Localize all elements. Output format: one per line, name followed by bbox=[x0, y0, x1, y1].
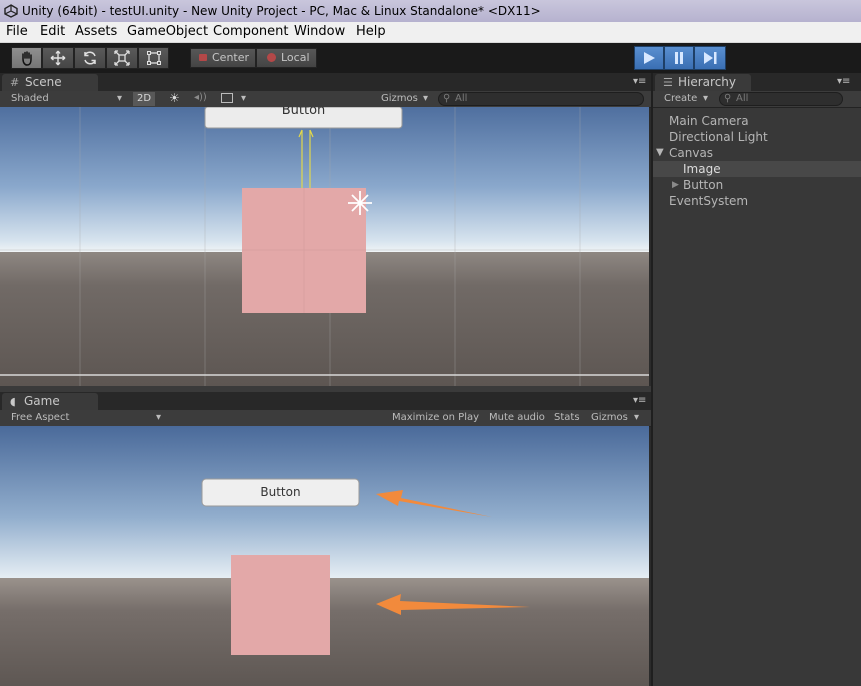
menu-edit[interactable]: Edit bbox=[40, 22, 65, 42]
hierarchy-item-directional-light[interactable]: Directional Light bbox=[669, 129, 768, 145]
button-expand-icon[interactable]: ▶ bbox=[672, 177, 679, 193]
hierarchy-search-placeholder: All bbox=[736, 93, 749, 104]
hierarchy-search-icon: ⚲ bbox=[724, 93, 732, 104]
scene-search-input[interactable]: ⚲ All bbox=[438, 92, 644, 106]
hierarchy-controlbar: Create ▾ ⚲ All bbox=[653, 91, 861, 108]
effects-chevron-icon: ▾ bbox=[241, 93, 247, 104]
game-controlbar: Free Aspect ▾ Maximize on Play Mute audi… bbox=[0, 410, 651, 427]
effects-toggle-icon[interactable] bbox=[221, 93, 233, 103]
menu-bar: File Edit Assets GameObject Component Wi… bbox=[0, 22, 861, 43]
scene-tab-label: Scene bbox=[25, 75, 62, 89]
tab-hierarchy[interactable]: ☰ Hierarchy bbox=[655, 74, 751, 91]
hierarchy-tabstrip: ☰ Hierarchy ▾≡ bbox=[653, 73, 861, 91]
game-pacman-icon: ◖ bbox=[10, 395, 16, 408]
game-button[interactable]: Button bbox=[202, 479, 359, 506]
space-toggle[interactable]: Local bbox=[256, 48, 317, 68]
hierarchy-search-input[interactable]: ⚲ All bbox=[719, 92, 843, 106]
scale-tool-button[interactable] bbox=[106, 47, 138, 69]
hierarchy-list-icon: ☰ bbox=[663, 76, 673, 89]
move-tool-button[interactable] bbox=[42, 47, 74, 69]
rect-tool-button[interactable] bbox=[138, 47, 169, 69]
gizmos-chevron-icon: ▾ bbox=[423, 93, 429, 104]
title-bar: Unity (64bit) - testUI.unity - New Unity… bbox=[0, 0, 861, 22]
step-icon bbox=[704, 52, 717, 64]
play-icon bbox=[644, 52, 655, 64]
toolbar: Center Local bbox=[0, 43, 861, 73]
pivot-label: Center bbox=[212, 51, 250, 64]
2d-toggle[interactable]: 2D bbox=[133, 92, 156, 106]
scene-controlbar: Shaded ▾ 2D ☀ ◂)) ▾ Gizmos ▾ ⚲ All bbox=[0, 91, 651, 108]
hand-tool-button[interactable] bbox=[11, 47, 42, 69]
game-tabstrip: ◖ Game ▾≡ bbox=[0, 392, 651, 410]
game-viewport[interactable]: Button bbox=[0, 426, 649, 686]
hierarchy-item-main-camera[interactable]: Main Camera bbox=[669, 113, 749, 129]
scale-icon bbox=[114, 50, 130, 66]
hierarchy-item-canvas[interactable]: Canvas bbox=[669, 145, 713, 161]
hierarchy-menu-icon[interactable]: ▾≡ bbox=[837, 76, 850, 87]
rotate-tool-button[interactable] bbox=[74, 47, 106, 69]
pivot-toggle[interactable]: Center bbox=[190, 48, 256, 68]
space-label: Local bbox=[281, 51, 310, 64]
game-gizmos-dropdown[interactable]: Gizmos bbox=[591, 411, 628, 425]
play-button[interactable] bbox=[634, 46, 664, 70]
shading-dropdown[interactable]: Shaded bbox=[11, 92, 49, 106]
mute-audio-toggle[interactable]: Mute audio bbox=[489, 411, 545, 425]
local-icon bbox=[267, 53, 276, 62]
panel-menu-icon[interactable]: ▾≡ bbox=[633, 76, 646, 87]
maximize-on-play-toggle[interactable]: Maximize on Play bbox=[392, 411, 479, 425]
center-icon bbox=[199, 54, 207, 61]
rect-icon bbox=[146, 51, 161, 65]
scene-button-label: Button bbox=[281, 107, 326, 118]
canvas-expand-icon[interactable]: ▼ bbox=[656, 145, 664, 161]
aspect-dropdown[interactable]: Free Aspect bbox=[11, 411, 69, 425]
game-view-canvas bbox=[0, 426, 649, 686]
game-gizmos-chevron-icon: ▾ bbox=[634, 412, 640, 423]
unity-logo-icon bbox=[4, 4, 18, 18]
menu-gameobject[interactable]: GameObject bbox=[127, 22, 208, 42]
shading-chevron-icon: ▾ bbox=[117, 93, 123, 104]
create-dropdown[interactable]: Create bbox=[664, 92, 697, 106]
step-button[interactable] bbox=[694, 46, 726, 70]
hand-icon bbox=[21, 51, 32, 66]
tab-game[interactable]: ◖ Game bbox=[2, 393, 98, 410]
hierarchy-tab-label: Hierarchy bbox=[678, 75, 737, 89]
hierarchy-panel: ☰ Hierarchy ▾≡ Create ▾ ⚲ All Main Camer… bbox=[651, 73, 861, 686]
scene-viewport[interactable]: Button bbox=[0, 107, 649, 386]
menu-help[interactable]: Help bbox=[356, 22, 386, 42]
game-panel-menu-icon[interactable]: ▾≡ bbox=[633, 395, 646, 406]
menu-assets[interactable]: Assets bbox=[75, 22, 117, 42]
stats-toggle[interactable]: Stats bbox=[554, 411, 580, 425]
scene-view-canvas bbox=[0, 107, 649, 386]
move-icon bbox=[50, 50, 66, 66]
hierarchy-item-image[interactable]: Image bbox=[683, 161, 721, 177]
search-icon: ⚲ bbox=[443, 93, 451, 104]
lighting-toggle-icon[interactable]: ☀ bbox=[169, 91, 180, 105]
pause-icon bbox=[675, 52, 683, 64]
menu-file[interactable]: File bbox=[6, 22, 28, 42]
hierarchy-item-eventsystem[interactable]: EventSystem bbox=[669, 193, 748, 209]
rotate-icon bbox=[84, 51, 96, 65]
window-title: Unity (64bit) - testUI.unity - New Unity… bbox=[22, 4, 541, 18]
tab-scene[interactable]: # Scene bbox=[2, 74, 98, 91]
scene-gizmos-dropdown[interactable]: Gizmos bbox=[381, 92, 418, 106]
menu-window[interactable]: Window bbox=[294, 22, 345, 42]
aspect-chevron-icon: ▾ bbox=[156, 412, 162, 423]
menu-component[interactable]: Component bbox=[213, 22, 288, 42]
game-tab-label: Game bbox=[24, 394, 60, 408]
hierarchy-item-button[interactable]: Button bbox=[683, 177, 723, 193]
scene-search-placeholder: All bbox=[455, 93, 468, 104]
create-chevron-icon: ▾ bbox=[703, 93, 709, 104]
pause-button[interactable] bbox=[664, 46, 694, 70]
scene-grid-icon: # bbox=[10, 76, 20, 89]
hierarchy-selected-row[interactable]: Image bbox=[653, 161, 861, 177]
scene-tabstrip: # Scene ▾≡ bbox=[0, 73, 651, 91]
audio-toggle-icon[interactable]: ◂)) bbox=[194, 91, 207, 105]
